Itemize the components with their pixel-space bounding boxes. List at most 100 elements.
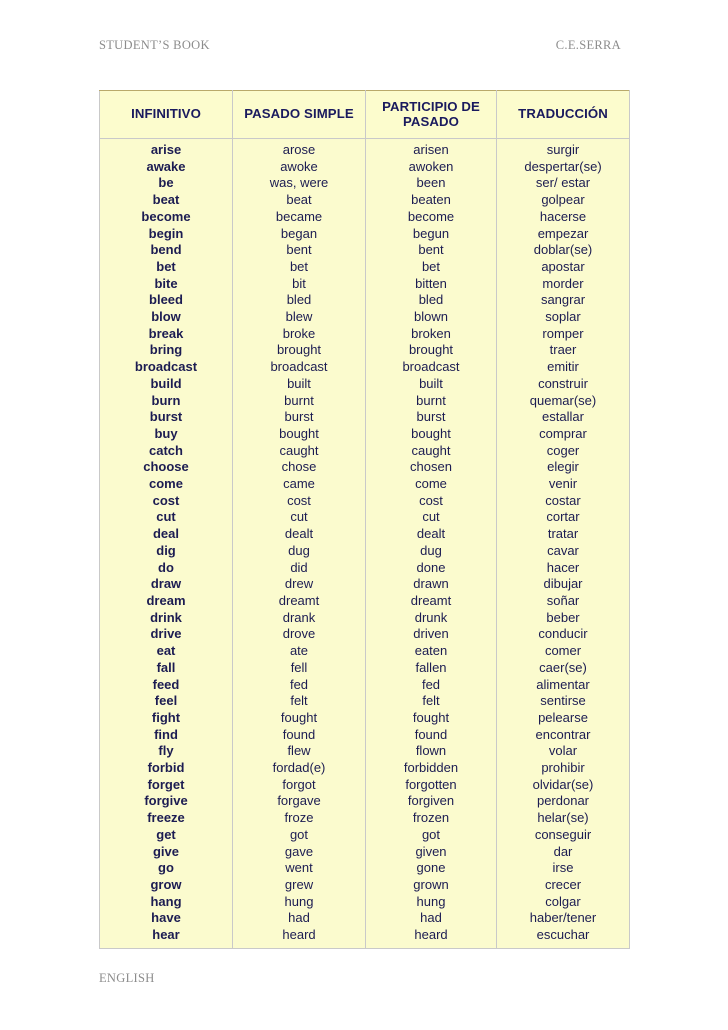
table-row: bend bent bent doblar(se)	[99, 242, 630, 259]
table-row: hear heard heard escuchar	[99, 927, 630, 949]
table-row: forget forgot forgotten olvidar(se)	[99, 776, 630, 794]
cell-translation: empezar	[496, 225, 630, 243]
table-row: buy bought bought comprar	[99, 425, 630, 443]
table-row: bite bit bitten morder	[99, 275, 630, 293]
table-row: have had had haber/tener	[99, 910, 630, 928]
table-row: come came come venir	[99, 476, 630, 493]
cell-infinitive: catch	[99, 442, 233, 460]
table-row: forgive forgave forgiven perdonar	[99, 793, 630, 811]
table-row: get got got conseguir	[99, 826, 630, 844]
cell-translation: irse	[496, 860, 630, 877]
cell-past-participle: burst	[365, 409, 497, 426]
cell-past-simple: bit	[232, 275, 366, 293]
cell-past-simple: had	[232, 910, 366, 928]
running-head-left: STUDENT’S BOOK	[99, 38, 210, 52]
table-row: give gave given dar	[99, 843, 630, 861]
table-row: hang hung hung colgar	[99, 893, 630, 911]
cell-past-participle: bent	[365, 242, 497, 259]
column-header-infinitivo: INFINITIVO	[99, 90, 233, 139]
cell-past-simple: dug	[232, 542, 366, 560]
cell-past-participle: bitten	[365, 275, 497, 293]
cell-past-participle: flown	[365, 743, 497, 761]
cell-translation: caer(se)	[496, 659, 630, 677]
cell-past-participle: frozen	[365, 810, 497, 827]
running-head: STUDENT’S BOOK C.E.SERRA	[99, 38, 621, 56]
cell-infinitive: give	[99, 843, 233, 861]
table-row: catch caught caught coger	[99, 442, 630, 460]
cell-past-simple: beat	[232, 192, 366, 209]
cell-past-participle: felt	[365, 693, 497, 710]
cell-translation: sangrar	[496, 292, 630, 310]
cell-infinitive: cut	[99, 509, 233, 527]
cell-translation: emitir	[496, 359, 630, 376]
cell-infinitive: eat	[99, 643, 233, 660]
table-row: fight fought fought pelearse	[99, 709, 630, 727]
cell-past-simple: flew	[232, 743, 366, 761]
cell-infinitive: forbid	[99, 760, 233, 777]
table-row: grow grew grown crecer	[99, 876, 630, 894]
cell-translation: morder	[496, 275, 630, 293]
cell-past-participle: broadcast	[365, 359, 497, 376]
cell-past-participle: fallen	[365, 659, 497, 677]
cell-translation: beber	[496, 609, 630, 627]
cell-infinitive: feed	[99, 676, 233, 694]
table-row: find found found encontrar	[99, 726, 630, 744]
table-body: arise arose arisen surgir awake awoke awoken de…	[99, 138, 630, 949]
cell-infinitive: drive	[99, 626, 233, 644]
table-row: burst burst burst estallar	[99, 409, 630, 426]
cell-translation: conseguir	[496, 826, 630, 844]
cell-past-simple: was, were	[232, 175, 366, 193]
cell-translation: cavar	[496, 542, 630, 560]
table-row: cut cut cut cortar	[99, 509, 630, 527]
cell-translation: sentirse	[496, 693, 630, 710]
cell-infinitive: hang	[99, 893, 233, 911]
cell-past-participle: dreamt	[365, 592, 497, 610]
cell-infinitive: forget	[99, 776, 233, 794]
cell-infinitive: deal	[99, 526, 233, 543]
cell-past-simple: caught	[232, 442, 366, 460]
cell-past-simple: drew	[232, 576, 366, 593]
cell-infinitive: have	[99, 910, 233, 928]
table-row: freeze froze frozen helar(se)	[99, 810, 630, 827]
cell-past-participle: awoken	[365, 158, 497, 176]
cell-translation: prohibir	[496, 760, 630, 777]
cell-past-simple: brought	[232, 342, 366, 360]
cell-translation: costar	[496, 492, 630, 510]
cell-past-participle: bet	[365, 258, 497, 276]
cell-infinitive: forgive	[99, 793, 233, 811]
cell-past-simple: fell	[232, 659, 366, 677]
table-row: feed fed fed alimentar	[99, 676, 630, 694]
cell-translation: volar	[496, 743, 630, 761]
cell-past-participle: drunk	[365, 609, 497, 627]
table-row: dig dug dug cavar	[99, 542, 630, 560]
cell-past-simple: froze	[232, 810, 366, 827]
cell-past-participle: had	[365, 910, 497, 928]
table-row: bleed bled bled sangrar	[99, 292, 630, 310]
cell-infinitive: cost	[99, 492, 233, 510]
cell-infinitive: fight	[99, 709, 233, 727]
cell-infinitive: grow	[99, 876, 233, 894]
cell-infinitive: buy	[99, 425, 233, 443]
cell-translation: pelearse	[496, 709, 630, 727]
cell-past-simple: became	[232, 208, 366, 226]
cell-past-simple: cut	[232, 509, 366, 527]
cell-infinitive: draw	[99, 576, 233, 593]
cell-past-simple: did	[232, 559, 366, 577]
cell-infinitive: go	[99, 860, 233, 877]
page-footer: ENGLISH	[99, 971, 155, 985]
cell-translation: hacer	[496, 559, 630, 577]
cell-infinitive: hear	[99, 927, 233, 949]
cell-past-simple: hung	[232, 893, 366, 911]
cell-infinitive: bend	[99, 242, 233, 259]
running-head-right: C.E.SERRA	[555, 38, 621, 52]
cell-translation: golpear	[496, 192, 630, 209]
cell-infinitive: burn	[99, 392, 233, 410]
table-row: do did done hacer	[99, 559, 630, 577]
cell-past-simple: found	[232, 726, 366, 744]
cell-translation: despertar(se)	[496, 158, 630, 176]
cell-translation: traer	[496, 342, 630, 360]
table-header-row: INFINITIVO PASADO SIMPLE PARTICIPIO DE P…	[99, 90, 630, 139]
cell-translation: olvidar(se)	[496, 776, 630, 794]
cell-translation: soñar	[496, 592, 630, 610]
cell-past-participle: chosen	[365, 459, 497, 477]
